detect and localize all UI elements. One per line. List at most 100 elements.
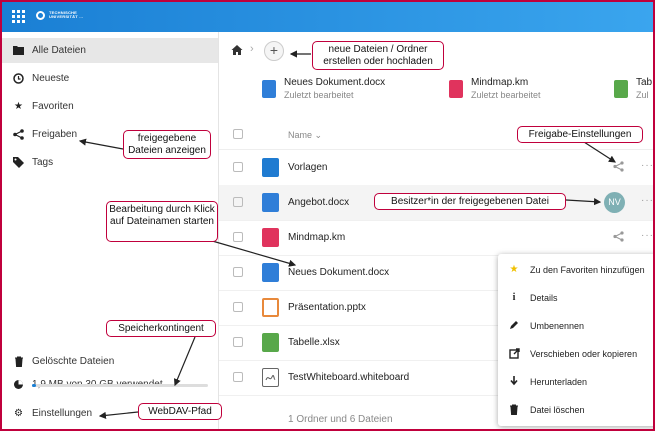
name-column-header[interactable]: Name ⌄ xyxy=(288,130,322,141)
callout-shared-files: freigegebene Dateien anzeigen xyxy=(123,130,211,159)
file-name[interactable]: TestWhiteboard.whiteboard xyxy=(288,372,409,383)
info-icon: i xyxy=(512,292,516,303)
menu-item-delete[interactable]: Datei löschen xyxy=(498,396,653,424)
menu-item-label: Zu den Favoriten hinzufügen xyxy=(530,265,645,275)
document-icon xyxy=(262,193,279,212)
recent-item-name: Mindmap.km xyxy=(471,77,529,88)
gear-icon: ⚙ xyxy=(14,408,23,419)
row-checkbox[interactable] xyxy=(233,162,243,172)
share-icon[interactable] xyxy=(613,231,625,243)
row-checkbox[interactable] xyxy=(233,232,243,242)
row-checkbox[interactable] xyxy=(233,267,243,277)
sidebar-item-label: Neueste xyxy=(32,73,70,84)
app-window: TECHNISCHE UNIVERSITÄT … Alle Dateien Ne… xyxy=(0,0,655,431)
file-name[interactable]: Tabelle.xlsx xyxy=(288,337,340,348)
home-icon[interactable] xyxy=(231,44,243,56)
pie-chart-icon xyxy=(13,379,24,390)
sidebar-item-label: Favoriten xyxy=(32,101,74,112)
quota-bar-fill xyxy=(32,384,36,387)
add-new-button[interactable]: + xyxy=(264,41,284,61)
callout-edit-by-click: Bearbeitung durch Klick auf Dateinamen s… xyxy=(106,201,218,242)
callout-share-settings: Freigabe-Einstellungen xyxy=(517,126,643,143)
whiteboard-icon xyxy=(262,368,279,387)
university-logo[interactable]: TECHNISCHE UNIVERSITÄT … xyxy=(36,10,86,24)
callout-webdav: WebDAV-Pfad xyxy=(138,403,222,420)
clock-icon xyxy=(13,73,24,84)
table-row[interactable]: Vorlagen ··· xyxy=(219,150,653,186)
file-name[interactable]: Neues Dokument.docx xyxy=(288,267,389,278)
menu-item-move-copy[interactable]: Verschieben oder kopieren xyxy=(498,340,653,368)
document-icon xyxy=(262,80,276,98)
file-name[interactable]: Präsentation.pptx xyxy=(288,302,366,313)
callout-new-files: neue Dateien / Ordner erstellen oder hoc… xyxy=(312,41,444,70)
recent-item-subtitle: Zul xyxy=(636,90,649,100)
sidebar-item-deleted-files[interactable]: Gelöschte Dateien xyxy=(2,349,218,374)
logo-text: TECHNISCHE UNIVERSITÄT … xyxy=(49,10,84,19)
spreadsheet-icon xyxy=(614,80,628,98)
file-action-menu: ★ Zu den Favoriten hinzufügen i Details … xyxy=(498,254,653,426)
recent-item-name: Tab xyxy=(636,77,653,88)
file-name[interactable]: Vorlagen xyxy=(288,162,327,173)
recent-item-subtitle: Zuletzt bearbeitet xyxy=(471,90,541,100)
logo-mark-icon xyxy=(36,11,45,20)
sidebar-item-label: Tags xyxy=(32,157,54,168)
row-checkbox[interactable] xyxy=(233,337,243,347)
file-name[interactable]: Angebot.docx xyxy=(288,197,349,208)
app-grid-icon[interactable] xyxy=(12,10,25,23)
recent-item[interactable]: Tab Zul xyxy=(614,77,653,111)
presentation-icon xyxy=(262,298,279,317)
recent-item[interactable]: Neues Dokument.docx Zuletzt bearbeitet xyxy=(262,77,412,111)
star-icon: ★ xyxy=(14,101,23,112)
file-count-summary: 1 Ordner und 6 Dateien xyxy=(288,414,393,425)
share-icon[interactable] xyxy=(613,161,625,173)
recent-item[interactable]: Mindmap.km Zuletzt bearbeitet xyxy=(449,77,589,111)
menu-item-details[interactable]: i Details xyxy=(498,284,653,312)
mindmap-icon xyxy=(262,228,279,247)
menu-item-rename[interactable]: Umbenennen xyxy=(498,312,653,340)
share-icon xyxy=(13,129,24,140)
quota-bar xyxy=(32,384,208,387)
table-row[interactable]: Mindmap.km ··· xyxy=(219,220,653,256)
document-icon xyxy=(262,263,279,282)
menu-item-label: Herunterladen xyxy=(530,377,588,387)
spreadsheet-icon xyxy=(262,333,279,352)
callout-quota: Speicherkontingent xyxy=(106,320,216,337)
folder-icon xyxy=(262,158,279,177)
owner-avatar[interactable]: NV xyxy=(604,192,625,213)
tag-icon xyxy=(13,157,24,168)
star-icon: ★ xyxy=(509,264,519,275)
file-name[interactable]: Mindmap.km xyxy=(288,232,345,243)
select-all-checkbox[interactable] xyxy=(233,129,243,139)
sidebar-item-recent[interactable]: Neueste xyxy=(2,66,218,91)
sidebar-item-favorites[interactable]: ★ Favoriten xyxy=(2,94,218,119)
menu-item-download[interactable]: Herunterladen xyxy=(498,368,653,396)
recent-item-name: Neues Dokument.docx xyxy=(284,77,386,88)
breadcrumb-separator-icon: › xyxy=(250,43,254,55)
row-checkbox[interactable] xyxy=(233,197,243,207)
mindmap-icon xyxy=(449,80,463,98)
menu-item-label: Details xyxy=(530,293,558,303)
folder-icon xyxy=(13,45,24,56)
menu-item-add-favorite[interactable]: ★ Zu den Favoriten hinzufügen xyxy=(498,256,653,284)
more-options-icon[interactable]: ··· xyxy=(641,160,653,171)
recent-item-subtitle: Zuletzt bearbeitet xyxy=(284,90,354,100)
menu-item-label: Datei löschen xyxy=(530,405,585,415)
menu-item-label: Umbenennen xyxy=(530,321,585,331)
more-options-icon[interactable]: ··· xyxy=(641,230,653,241)
row-checkbox[interactable] xyxy=(233,372,243,382)
sidebar-item-label: Freigaben xyxy=(32,129,78,140)
row-checkbox[interactable] xyxy=(233,302,243,312)
pencil-icon xyxy=(508,320,520,332)
move-icon xyxy=(508,348,520,360)
sidebar-item-label: Gelöschte Dateien xyxy=(32,356,115,367)
sidebar-item-all-files[interactable]: Alle Dateien xyxy=(2,38,218,63)
callout-owner: Besitzer*in der freigegebenen Datei xyxy=(374,193,566,210)
more-options-icon[interactable]: ··· xyxy=(641,195,653,206)
download-icon xyxy=(508,376,520,388)
sidebar-item-label: Alle Dateien xyxy=(32,45,86,56)
sidebar-item-label: Einstellungen xyxy=(32,408,93,419)
menu-item-label: Verschieben oder kopieren xyxy=(530,349,638,359)
trash-icon xyxy=(13,356,24,368)
trash-icon xyxy=(508,404,520,416)
top-bar: TECHNISCHE UNIVERSITÄT … xyxy=(2,2,653,32)
